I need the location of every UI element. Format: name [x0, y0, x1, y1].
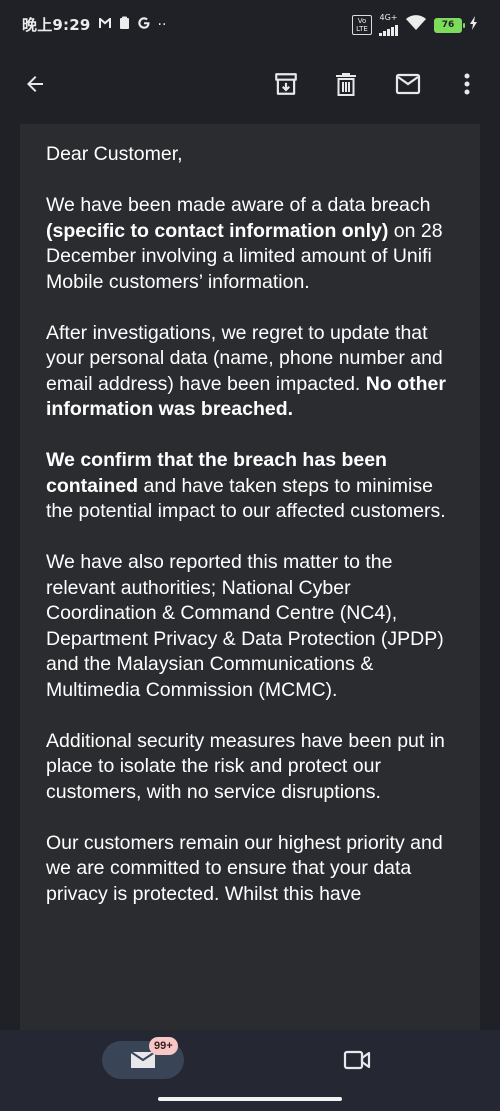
gesture-navigation-bar[interactable]: [158, 1097, 342, 1101]
back-button[interactable]: [17, 66, 53, 102]
volte-indicator: Vo LTE: [352, 15, 372, 35]
mark-unread-button[interactable]: [390, 66, 426, 102]
toolbar: [0, 48, 500, 120]
text: We have been made aware of a data breach: [46, 194, 431, 216]
clock: 晚上9:29: [22, 16, 91, 34]
paragraph-authorities: We have also reported this matter to the…: [46, 551, 444, 701]
status-bar: 晚上9:29 ·· Vo LTE 4G+ 76: [0, 0, 500, 48]
paragraph-breach: We have been made aware of a data breach…: [46, 193, 458, 295]
archive-icon: [275, 73, 297, 95]
paragraph-security: Additional security measures have been p…: [46, 729, 445, 803]
more-notifications-icon: ··: [157, 16, 167, 33]
more-vert-icon: [464, 73, 470, 95]
wifi-icon: [405, 15, 427, 35]
clipboard-icon: [119, 16, 130, 33]
charging-icon: [469, 16, 478, 34]
battery-indicator: 76: [434, 17, 465, 33]
meet-tab[interactable]: [343, 1047, 371, 1073]
trash-icon: [336, 73, 356, 96]
delete-button[interactable]: [328, 66, 364, 102]
paragraph-contained: We confirm that the breach has been cont…: [46, 448, 458, 525]
email-text: Dear Customer, We have been made aware o…: [46, 142, 458, 933]
gmail-notification-icon: [98, 17, 112, 33]
signal-icon: [379, 22, 398, 36]
unread-count-badge: 99+: [149, 1037, 178, 1055]
bold-text: (specific to contact information only): [46, 219, 389, 242]
paragraph-priority: Our customers remain our highest priorit…: [46, 831, 443, 905]
mail-icon: [395, 73, 421, 95]
email-body[interactable]: Dear Customer, We have been made aware o…: [20, 124, 480, 1030]
arrow-left-icon: [27, 76, 43, 92]
google-icon: [137, 16, 151, 34]
video-camera-icon: [343, 1050, 371, 1070]
network-type: 4G+: [379, 13, 398, 22]
paragraph-impact: After investigations, we regret to updat…: [46, 321, 458, 423]
more-options-button[interactable]: [449, 66, 485, 102]
archive-button[interactable]: [268, 66, 304, 102]
greeting: Dear Customer,: [46, 143, 183, 165]
